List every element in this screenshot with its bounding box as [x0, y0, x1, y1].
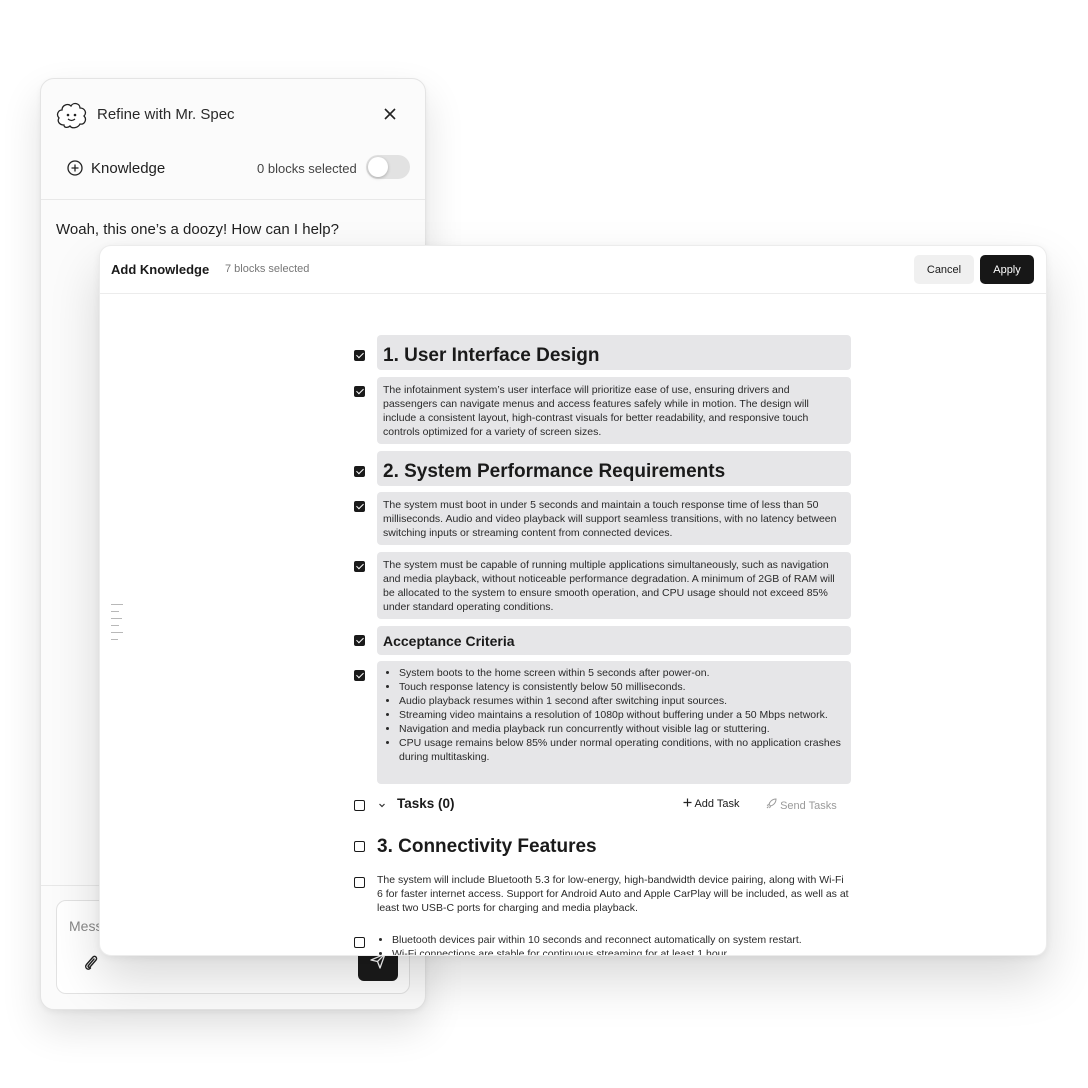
paragraph-text: The system will include Bluetooth 5.3 fo… — [377, 874, 849, 914]
paragraph-text: The system must boot in under 5 seconds … — [383, 499, 837, 539]
list-item: Wi-Fi connections are stable for continu… — [392, 947, 866, 955]
knowledge-label: Knowledge — [91, 159, 166, 177]
acceptance-criteria-list: System boots to the home screen within 5… — [377, 661, 851, 769]
block-checkbox[interactable] — [354, 350, 365, 361]
paragraph-text: The infotainment system’s user interface… — [383, 384, 809, 438]
close-icon — [384, 108, 396, 120]
block-checkbox[interactable] — [354, 841, 365, 852]
list-item: Bluetooth devices pair within 10 seconds… — [392, 933, 866, 947]
heading-block[interactable]: 2. System Performance Requirements — [377, 451, 851, 486]
block-checkbox[interactable] — [354, 466, 365, 477]
attach-button[interactable] — [79, 951, 103, 975]
heading-block[interactable]: 1. User Interface Design — [377, 335, 851, 370]
list-item: Touch response latency is consistently b… — [399, 680, 845, 694]
paragraph-block[interactable]: The infotainment system’s user interface… — [377, 377, 851, 444]
apply-button[interactable]: Apply — [980, 255, 1034, 284]
block-checkbox[interactable] — [354, 386, 365, 397]
block-checkbox[interactable] — [354, 877, 365, 888]
block-checkbox[interactable] — [354, 670, 365, 681]
list-item: CPU usage remains below 85% under normal… — [399, 736, 845, 764]
toggle-knob — [368, 157, 388, 177]
modal-blocks-selected: 7 blocks selected — [225, 263, 310, 275]
add-knowledge-modal: Add Knowledge 7 blocks selected Cancel A… — [99, 245, 1047, 956]
close-button[interactable] — [377, 101, 403, 127]
subheading-text: Acceptance Criteria — [383, 633, 515, 649]
list-item: Streaming video maintains a resolution o… — [399, 708, 845, 722]
chat-header: Refine with Mr. Spec Knowledge 0 blocks … — [41, 79, 425, 200]
modal-title: Add Knowledge — [111, 262, 210, 277]
knowledge-toggle[interactable] — [366, 155, 410, 179]
paragraph-block[interactable]: The system must boot in under 5 seconds … — [377, 492, 851, 545]
tasks-checkbox[interactable] — [354, 800, 365, 811]
tasks-row: Tasks (0) Add Task Send Tasks — [377, 796, 851, 814]
block-checkbox[interactable] — [354, 501, 365, 512]
section-heading: 2. System Performance Requirements — [383, 461, 726, 482]
paragraph-text: The system must be capable of running mu… — [383, 559, 835, 613]
subheading-block[interactable]: Acceptance Criteria — [377, 626, 851, 655]
cloud-mascot-icon — [55, 99, 89, 133]
block-checkbox[interactable] — [354, 561, 365, 572]
section-heading: 1. User Interface Design — [383, 345, 600, 366]
outline-navigator[interactable] — [111, 604, 125, 646]
chevron-down-icon[interactable] — [377, 797, 389, 809]
block-checkbox[interactable] — [354, 635, 365, 646]
list-item: Navigation and media playback run concur… — [399, 722, 845, 736]
list-item: Audio playback resumes within 1 second a… — [399, 694, 845, 708]
connectivity-criteria-list: Bluetooth devices pair within 10 seconds… — [377, 933, 866, 955]
add-task-button[interactable]: Add Task — [683, 798, 740, 810]
paperclip-icon — [85, 955, 98, 970]
bullet-list-block[interactable]: System boots to the home screen within 5… — [377, 661, 851, 784]
rocket-icon — [766, 798, 777, 809]
modal-header: Add Knowledge 7 blocks selected Cancel A… — [100, 246, 1046, 294]
plus-icon — [683, 798, 692, 807]
paragraph-block[interactable]: The system must be capable of running mu… — [377, 552, 851, 619]
send-tasks-button[interactable]: Send Tasks — [766, 798, 837, 812]
add-knowledge-button[interactable]: Knowledge — [67, 157, 165, 179]
tasks-label: Tasks (0) — [397, 796, 455, 811]
block-checkbox[interactable] — [354, 937, 365, 948]
plus-circle-icon — [67, 160, 83, 176]
blocks-selected-count: 0 blocks selected — [257, 161, 357, 176]
chat-title: Refine with Mr. Spec — [97, 106, 235, 123]
assistant-greeting: Woah, this one’s a doozy! How can I help… — [56, 221, 339, 238]
section-heading: 3. Connectivity Features — [377, 836, 597, 857]
list-item: System boots to the home screen within 5… — [399, 666, 845, 680]
cancel-button[interactable]: Cancel — [914, 255, 974, 284]
